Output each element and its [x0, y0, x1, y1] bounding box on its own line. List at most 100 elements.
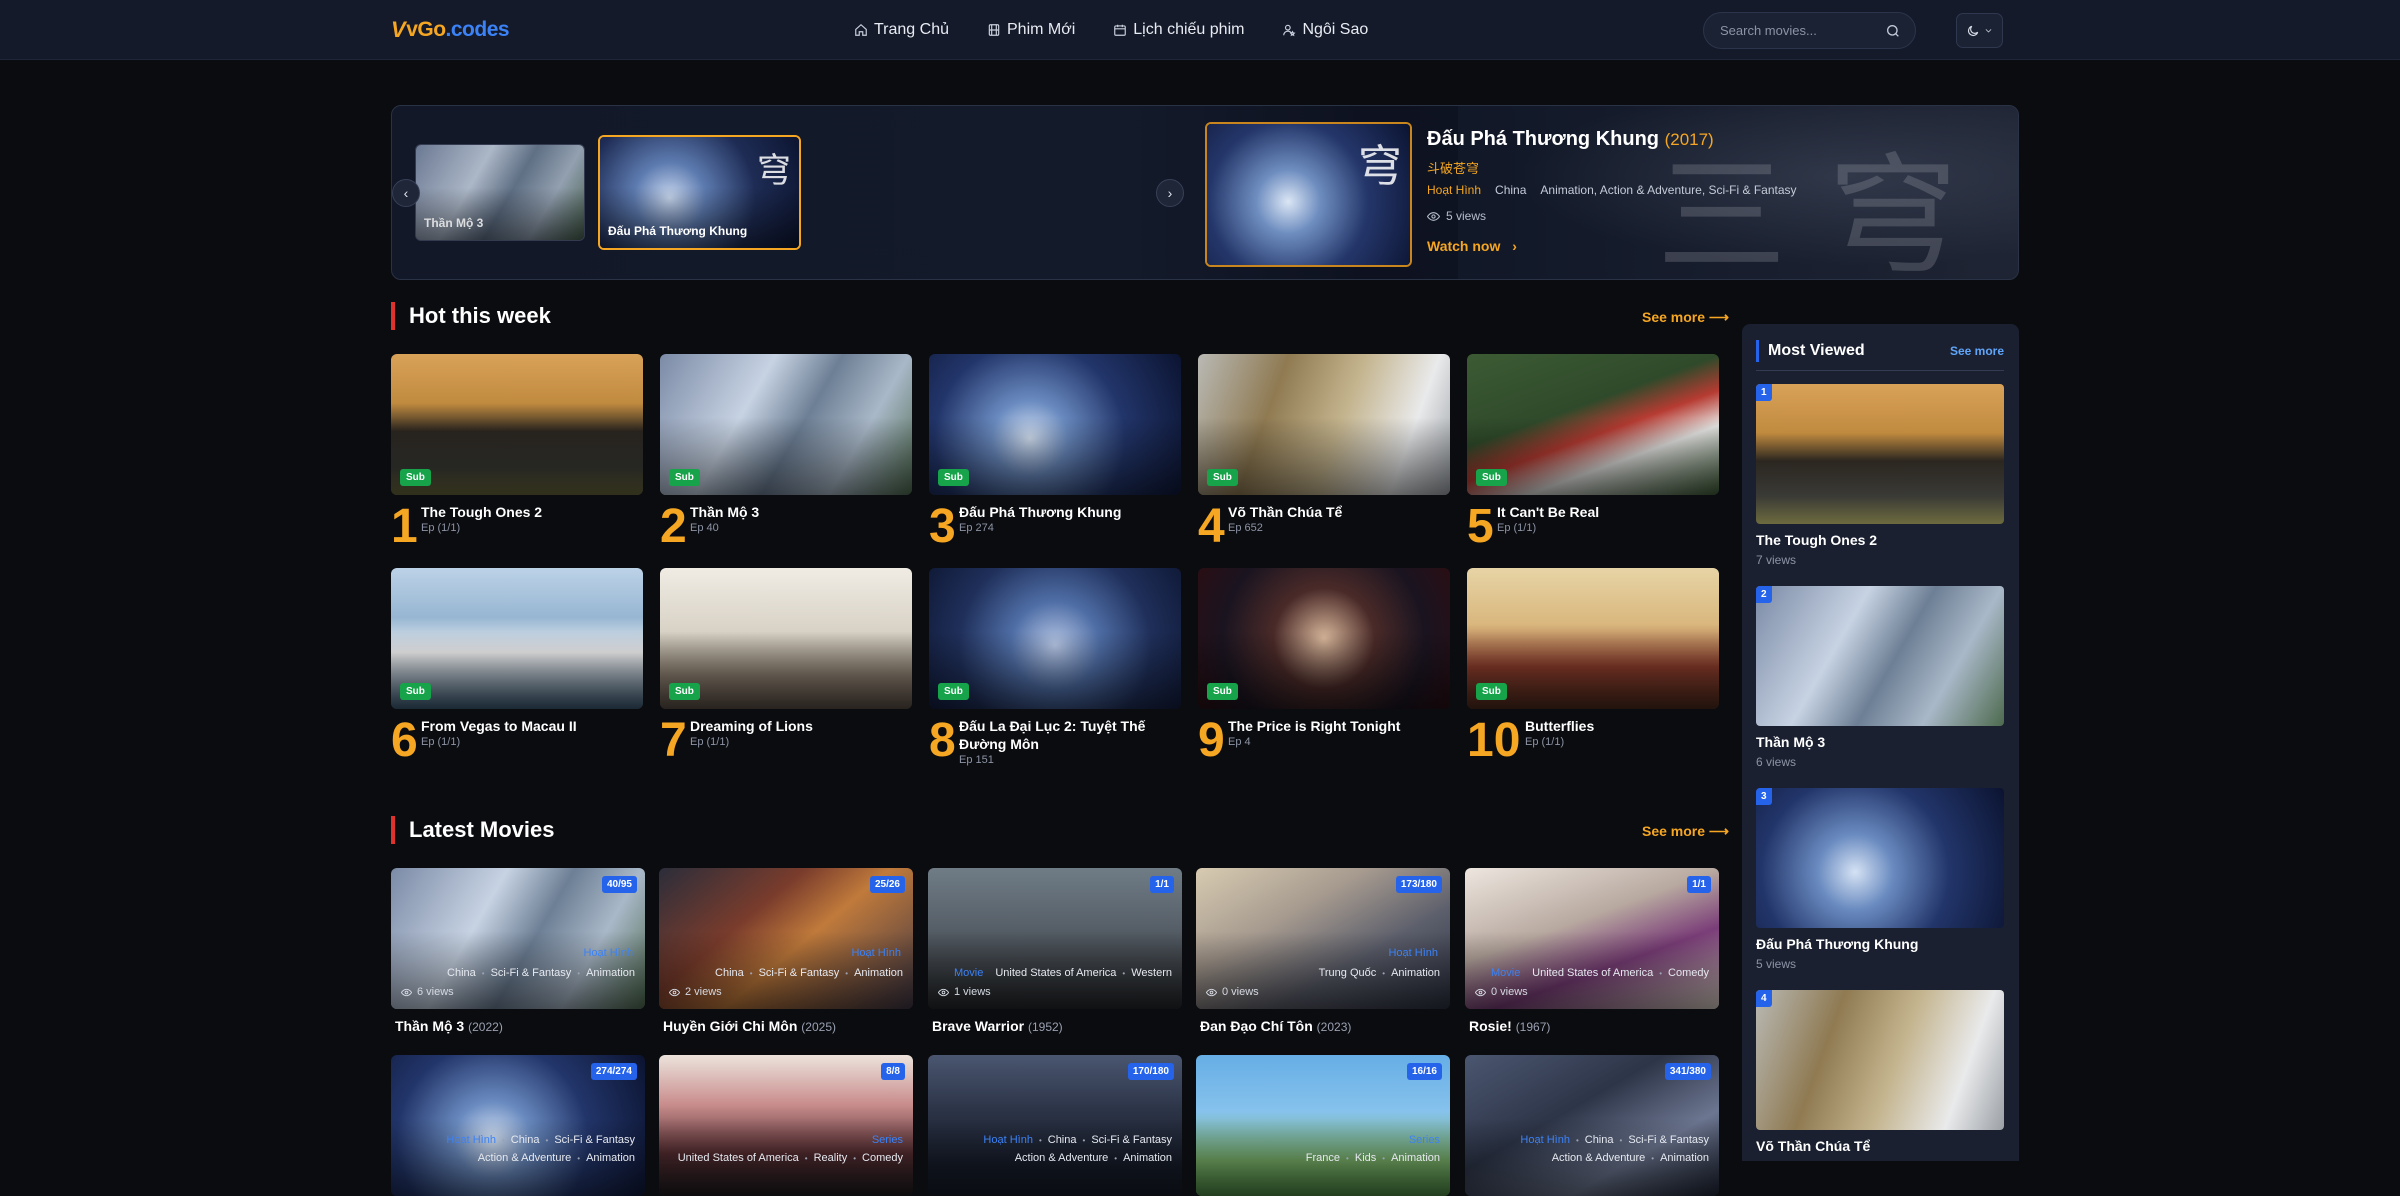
- tag[interactable]: China: [715, 967, 744, 979]
- latest-card[interactable]: 40/95 Hoạt Hình China • Sci-Fi & Fantasy • Ani…: [391, 868, 645, 1009]
- hot-card[interactable]: Sub: [1198, 354, 1450, 495]
- category-label[interactable]: Hoạt Hình: [583, 947, 633, 959]
- latest-card-title[interactable]: Brave Warrior (1952): [932, 1018, 1063, 1034]
- hot-card-title[interactable]: Võ Thần Chúa Tể: [1228, 503, 1448, 521]
- tag[interactable]: Kids: [1355, 1152, 1376, 1164]
- hot-card-title[interactable]: The Tough Ones 2: [421, 503, 641, 521]
- latest-card-title[interactable]: Đan Đạo Chí Tôn (2023): [1200, 1018, 1351, 1034]
- search-input[interactable]: Search movies...: [1703, 12, 1916, 49]
- latest-card-title[interactable]: Thần Mộ 3 (2022): [395, 1018, 503, 1034]
- tag[interactable]: Animation: [586, 1152, 635, 1164]
- tag[interactable]: Sci-Fi & Fantasy: [491, 967, 572, 979]
- most-viewed-card[interactable]: 1: [1756, 384, 2004, 524]
- hot-card[interactable]: Sub: [929, 354, 1181, 495]
- hot-card[interactable]: Sub: [1467, 568, 1719, 709]
- tag[interactable]: Animation: [586, 967, 635, 979]
- tag[interactable]: China: [1048, 1134, 1077, 1146]
- hero-thumb-than-mo[interactable]: Thần Mộ 3: [415, 144, 585, 241]
- site-logo[interactable]: VvGo .codes: [391, 16, 510, 44]
- most-viewed-title-text[interactable]: Võ Thần Chúa Tể: [1756, 1138, 1870, 1154]
- tag[interactable]: China: [1585, 1134, 1614, 1146]
- tag[interactable]: Sci-Fi & Fantasy: [759, 967, 840, 979]
- category-label[interactable]: Hoạt Hình: [446, 1134, 496, 1146]
- hot-card-title[interactable]: The Price is Right Tonight: [1228, 717, 1448, 735]
- latest-see-more-link[interactable]: See more ⟶: [1642, 823, 1729, 840]
- hot-card[interactable]: Sub: [391, 568, 643, 709]
- tag[interactable]: Sci-Fi & Fantasy: [1628, 1134, 1709, 1146]
- category-label[interactable]: Hoạt Hình: [1520, 1134, 1570, 1146]
- most-viewed-card[interactable]: 2: [1756, 586, 2004, 726]
- carousel-prev-button[interactable]: ‹: [392, 179, 420, 207]
- tag[interactable]: France: [1306, 1152, 1340, 1164]
- category-label[interactable]: Hoạt Hình: [851, 947, 901, 959]
- category-label[interactable]: Movie: [1491, 967, 1520, 979]
- tag[interactable]: Sci-Fi & Fantasy: [554, 1134, 635, 1146]
- hero-country[interactable]: China: [1495, 183, 1526, 197]
- hot-card[interactable]: Sub: [929, 568, 1181, 709]
- latest-card[interactable]: 1/1 Movie United States of America • Western…: [928, 868, 1182, 1009]
- hot-card-title[interactable]: Đấu La Đại Lục 2: Tuyệt Thế Đường Môn: [959, 717, 1179, 753]
- carousel-next-button[interactable]: ›: [1156, 179, 1184, 207]
- hot-card[interactable]: Sub: [1467, 354, 1719, 495]
- hero-category[interactable]: Hoạt Hình: [1427, 183, 1481, 197]
- tag[interactable]: Reality: [814, 1152, 848, 1164]
- hot-see-more-link[interactable]: See more ⟶: [1642, 309, 1729, 326]
- latest-card[interactable]: 173/180 Hoạt Hình Trung Quốc • Animation 0 vi…: [1196, 868, 1450, 1009]
- latest-card[interactable]: 1/1 Movie United States of America • Comedy 0…: [1465, 868, 1719, 1009]
- latest-card-title[interactable]: Rosie! (1967): [1469, 1018, 1550, 1034]
- latest-card[interactable]: 341/380 Hoạt Hình • China • Sci-Fi & Fantasy A…: [1465, 1055, 1719, 1196]
- latest-card[interactable]: 274/274 Hoạt Hình • China • Sci-Fi & Fantasy A…: [391, 1055, 645, 1196]
- tag[interactable]: Comedy: [1668, 967, 1709, 979]
- tag[interactable]: Western: [1131, 967, 1172, 979]
- theme-toggle-button[interactable]: [1956, 13, 2003, 48]
- most-viewed-card[interactable]: 4: [1756, 990, 2004, 1130]
- category-label[interactable]: Series: [872, 1134, 903, 1146]
- nav-item-schedule[interactable]: Lịch chiếu phim: [1113, 16, 1244, 44]
- latest-card-title[interactable]: Huyền Giới Chi Môn (2025): [663, 1018, 836, 1034]
- tag[interactable]: Animation: [1123, 1152, 1172, 1164]
- tag[interactable]: Action & Adventure: [478, 1152, 572, 1164]
- tag[interactable]: Animation: [854, 967, 903, 979]
- tag[interactable]: Animation: [1391, 967, 1440, 979]
- hero-thumb-dau-pha[interactable]: 穹 Đấu Phá Thương Khung: [598, 135, 801, 250]
- category-label[interactable]: Hoạt Hình: [1388, 947, 1438, 959]
- tag[interactable]: Trung Quốc: [1319, 967, 1377, 979]
- hot-card-title[interactable]: It Can't Be Real: [1497, 503, 1717, 521]
- most-viewed-title-text[interactable]: Đấu Phá Thương Khung: [1756, 936, 1918, 952]
- hot-card-title[interactable]: From Vegas to Macau II: [421, 717, 641, 735]
- hot-card[interactable]: Sub: [391, 354, 643, 495]
- tag[interactable]: Comedy: [862, 1152, 903, 1164]
- most-viewed-title-text[interactable]: The Tough Ones 2: [1756, 532, 1877, 548]
- nav-item-home[interactable]: Trang Chủ: [854, 16, 949, 44]
- hot-card-title[interactable]: Thần Mộ 3: [690, 503, 910, 521]
- latest-card[interactable]: 8/8 Series United States of America • Realit…: [659, 1055, 913, 1196]
- hero-poster[interactable]: 穹: [1205, 122, 1412, 267]
- latest-card[interactable]: 25/26 Hoạt Hình China • Sci-Fi & Fantasy • Ani…: [659, 868, 913, 1009]
- hot-card-title[interactable]: Dreaming of Lions: [690, 717, 910, 735]
- most-viewed-card[interactable]: 3: [1756, 788, 2004, 928]
- category-label[interactable]: Hoạt Hình: [983, 1134, 1033, 1146]
- tag[interactable]: United States of America: [995, 967, 1116, 979]
- nav-item-stars[interactable]: Ngôi Sao: [1282, 16, 1368, 44]
- hot-card-title[interactable]: Đấu Phá Thương Khung: [959, 503, 1179, 521]
- search-icon[interactable]: [1885, 23, 1901, 39]
- hot-card[interactable]: Sub: [660, 354, 912, 495]
- tag[interactable]: Animation: [1391, 1152, 1440, 1164]
- tag[interactable]: Sci-Fi & Fantasy: [1091, 1134, 1172, 1146]
- latest-card[interactable]: 170/180 Hoạt Hình • China • Sci-Fi & Fantasy A…: [928, 1055, 1182, 1196]
- tag[interactable]: Action & Adventure: [1552, 1152, 1646, 1164]
- tag[interactable]: United States of America: [678, 1152, 799, 1164]
- hot-card-title[interactable]: Butterflies: [1525, 717, 1717, 735]
- tag[interactable]: United States of America: [1532, 967, 1653, 979]
- latest-card[interactable]: 16/16 Series France • Kids • Animation: [1196, 1055, 1450, 1196]
- watch-now-button[interactable]: Watch now ›: [1427, 238, 1517, 254]
- category-label[interactable]: Movie: [954, 967, 983, 979]
- tag[interactable]: Action & Adventure: [1015, 1152, 1109, 1164]
- category-label[interactable]: Series: [1409, 1134, 1440, 1146]
- nav-item-new-movies[interactable]: Phim Mới: [987, 16, 1075, 44]
- tag[interactable]: Animation: [1660, 1152, 1709, 1164]
- most-viewed-see-more-link[interactable]: See more: [1950, 344, 2004, 358]
- tag[interactable]: China: [447, 967, 476, 979]
- hot-card[interactable]: Sub: [660, 568, 912, 709]
- tag[interactable]: China: [511, 1134, 540, 1146]
